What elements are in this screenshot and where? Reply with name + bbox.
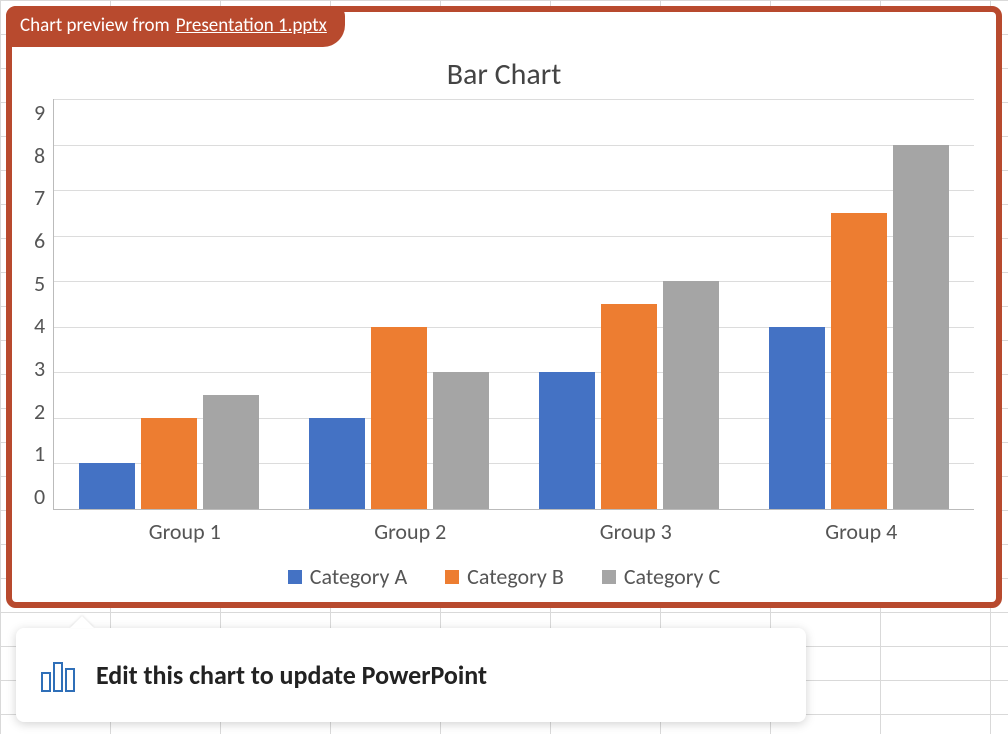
bar: [433, 372, 489, 509]
bar: [309, 418, 365, 509]
legend-item: Category C: [602, 563, 720, 590]
bar: [601, 304, 657, 509]
y-tick: 7: [34, 184, 45, 211]
y-tick: 0: [34, 483, 45, 510]
legend-item: Category A: [288, 563, 407, 590]
bar-group: [514, 99, 744, 509]
y-tick: 6: [34, 227, 45, 254]
bar: [663, 281, 719, 509]
bar: [141, 418, 197, 509]
bar-group: [54, 99, 284, 509]
y-tick: 9: [34, 99, 45, 126]
callout-text: Edit this chart to update PowerPoint: [96, 659, 487, 691]
preview-tab-prefix: Chart preview from: [20, 14, 170, 37]
y-tick: 2: [34, 398, 45, 425]
presentation-link[interactable]: Presentation 1.pptx: [176, 14, 327, 37]
y-axis: 9 8 7 6 5 4 3 2 1 0: [34, 99, 53, 510]
y-tick: 5: [34, 270, 45, 297]
chart-title: Bar Chart: [34, 56, 974, 93]
edit-chart-callout[interactable]: Edit this chart to update PowerPoint: [16, 628, 806, 722]
legend-swatch: [602, 570, 616, 584]
legend-swatch: [445, 570, 459, 584]
legend-label: Category A: [310, 563, 407, 590]
bar: [893, 145, 949, 509]
x-label: Group 4: [749, 510, 975, 545]
bar: [371, 327, 427, 509]
x-label: Group 2: [298, 510, 524, 545]
bar-group: [284, 99, 514, 509]
y-tick: 8: [34, 142, 45, 169]
bar: [831, 213, 887, 509]
x-label: Group 1: [72, 510, 298, 545]
legend-label: Category C: [624, 563, 720, 590]
bar-chart-icon: [38, 655, 78, 695]
plot-wrap: 9 8 7 6 5 4 3 2 1 0: [34, 99, 974, 510]
x-axis-labels: Group 1Group 2Group 3Group 4: [34, 510, 974, 545]
bar: [769, 327, 825, 509]
chart-preview-tab: Chart preview from Presentation 1.pptx: [6, 6, 345, 47]
plot-area: [53, 99, 974, 510]
legend-item: Category B: [445, 563, 564, 590]
bar: [79, 463, 135, 509]
legend-label: Category B: [467, 563, 564, 590]
x-label: Group 3: [523, 510, 749, 545]
y-tick: 4: [34, 312, 45, 339]
bar-groups: [54, 99, 974, 509]
bar: [539, 372, 595, 509]
y-tick: 3: [34, 355, 45, 382]
legend: Category A Category B Category C: [34, 545, 974, 590]
bar: [203, 395, 259, 509]
legend-swatch: [288, 570, 302, 584]
y-tick: 1: [34, 440, 45, 467]
chart-area: Bar Chart 9876543210 Group 1Group 2Group…: [34, 56, 974, 590]
bar-group: [744, 99, 974, 509]
chart-preview-frame: Bar Chart 9876543210 Group 1Group 2Group…: [6, 6, 1002, 608]
